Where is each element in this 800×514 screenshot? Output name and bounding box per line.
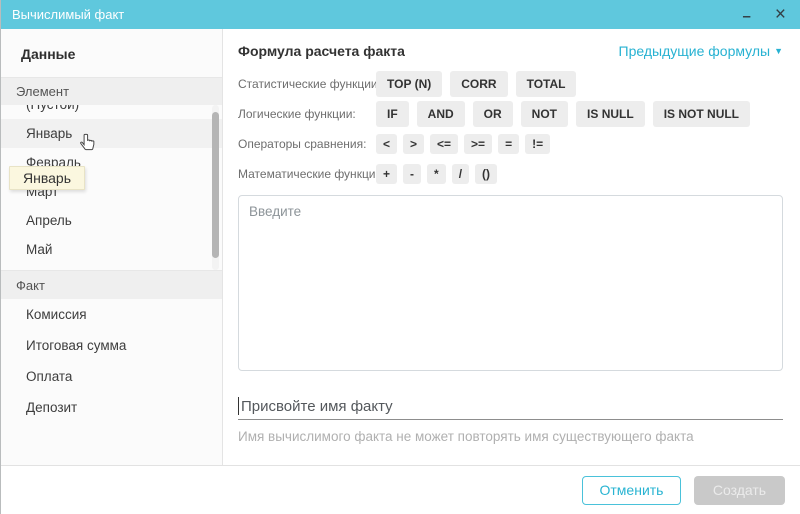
fact-list: КомиссияИтоговая суммаОплатаДепозит [1,299,222,423]
window-titlebar[interactable]: Вычислимый факт – × [1,0,800,29]
function-row: Логические функции:IF AND OR NOT IS NULL IS N… [238,99,783,129]
sidebar-title: Данные [21,46,222,64]
function-buttons: < > <= >= = != [376,134,550,154]
function-rows: Статистические функции:TOP (N)CORRTOTALЛ… [238,69,783,189]
function-button[interactable]: <= [430,134,458,154]
list-item[interactable]: Май [1,235,222,264]
scrollbar-thumb[interactable] [212,112,219,258]
function-row: Статистические функции:TOP (N) CORR TOTAL [238,69,783,99]
function-button[interactable]: >= [464,134,492,154]
previous-formulas-link[interactable]: Предыдущие формулы▼ [619,43,783,59]
function-buttons: IF AND OR NOT IS NULL IS NOT NULL [376,101,750,127]
dialog-footer: Отменить Создать [1,465,800,514]
function-button[interactable]: / [452,164,469,184]
function-button[interactable]: AND [417,101,465,127]
function-row: Математические функции:+-* / () [238,159,783,189]
section-header-fact: Факт [1,270,222,299]
window-title: Вычислимый факт [12,7,719,22]
function-buttons: TOP (N) CORR TOTAL [376,71,576,97]
function-button[interactable]: NOT [521,101,568,127]
function-button[interactable]: IS NOT NULL [653,101,750,127]
function-button[interactable]: > [403,134,424,154]
chevron-down-icon: ▼ [774,46,783,56]
function-button[interactable]: OR [473,101,513,127]
function-row: Операторы сравнения:< > <= >= = != [238,129,783,159]
formula-input[interactable] [238,195,783,371]
function-row-label: Операторы сравнения: [238,137,376,151]
panel-heading: Формула расчета факта [238,43,405,59]
data-sidebar: Данные Элемент (Пустой)ЯнварьФевральМарт… [1,29,223,465]
dialog-body: Данные Элемент (Пустой)ЯнварьФевральМарт… [1,29,800,465]
list-item[interactable]: Комиссия [1,299,222,330]
function-buttons: +-* / () [376,164,497,184]
cancel-button[interactable]: Отменить [582,476,681,505]
function-button[interactable]: - [403,164,421,184]
function-button[interactable]: + [376,164,397,184]
function-row-label: Статистические функции: [238,77,376,91]
function-button[interactable]: = [498,134,519,154]
list-item[interactable]: Оплата [1,361,222,392]
function-button[interactable]: TOTAL [516,71,577,97]
function-button[interactable]: CORR [450,71,507,97]
close-button[interactable]: × [775,5,786,24]
function-button[interactable]: < [376,134,397,154]
text-caret [238,397,239,415]
function-button[interactable]: IF [376,101,409,127]
element-list: (Пустой)ЯнварьФевральМартАпрельМай Январ… [1,105,222,270]
name-hint: Имя вычислимого факта не может повторять… [238,429,783,444]
section-header-element: Элемент [1,77,222,105]
function-button[interactable]: * [427,164,446,184]
function-button[interactable]: IS NULL [576,101,645,127]
minimize-button[interactable]: – [743,9,751,24]
item-tooltip: Январь [9,166,85,190]
list-item[interactable]: Апрель [1,206,222,235]
list-item[interactable]: Итоговая сумма [1,330,222,361]
function-row-label: Логические функции: [238,107,376,121]
list-item[interactable]: Депозит [1,392,222,423]
list-item[interactable]: Январь [1,119,222,148]
function-button[interactable]: () [475,164,497,184]
function-button[interactable]: TOP (N) [376,71,442,97]
function-button[interactable]: != [525,134,550,154]
list-item[interactable]: (Пустой) [1,105,222,119]
fact-name-field-wrap [238,394,783,420]
formula-panel: Формула расчета факта Предыдущие формулы… [223,29,800,465]
hand-cursor-icon [80,133,97,159]
create-button[interactable]: Создать [694,476,785,505]
function-row-label: Математические функции: [238,167,376,181]
fact-name-input[interactable] [238,394,783,418]
